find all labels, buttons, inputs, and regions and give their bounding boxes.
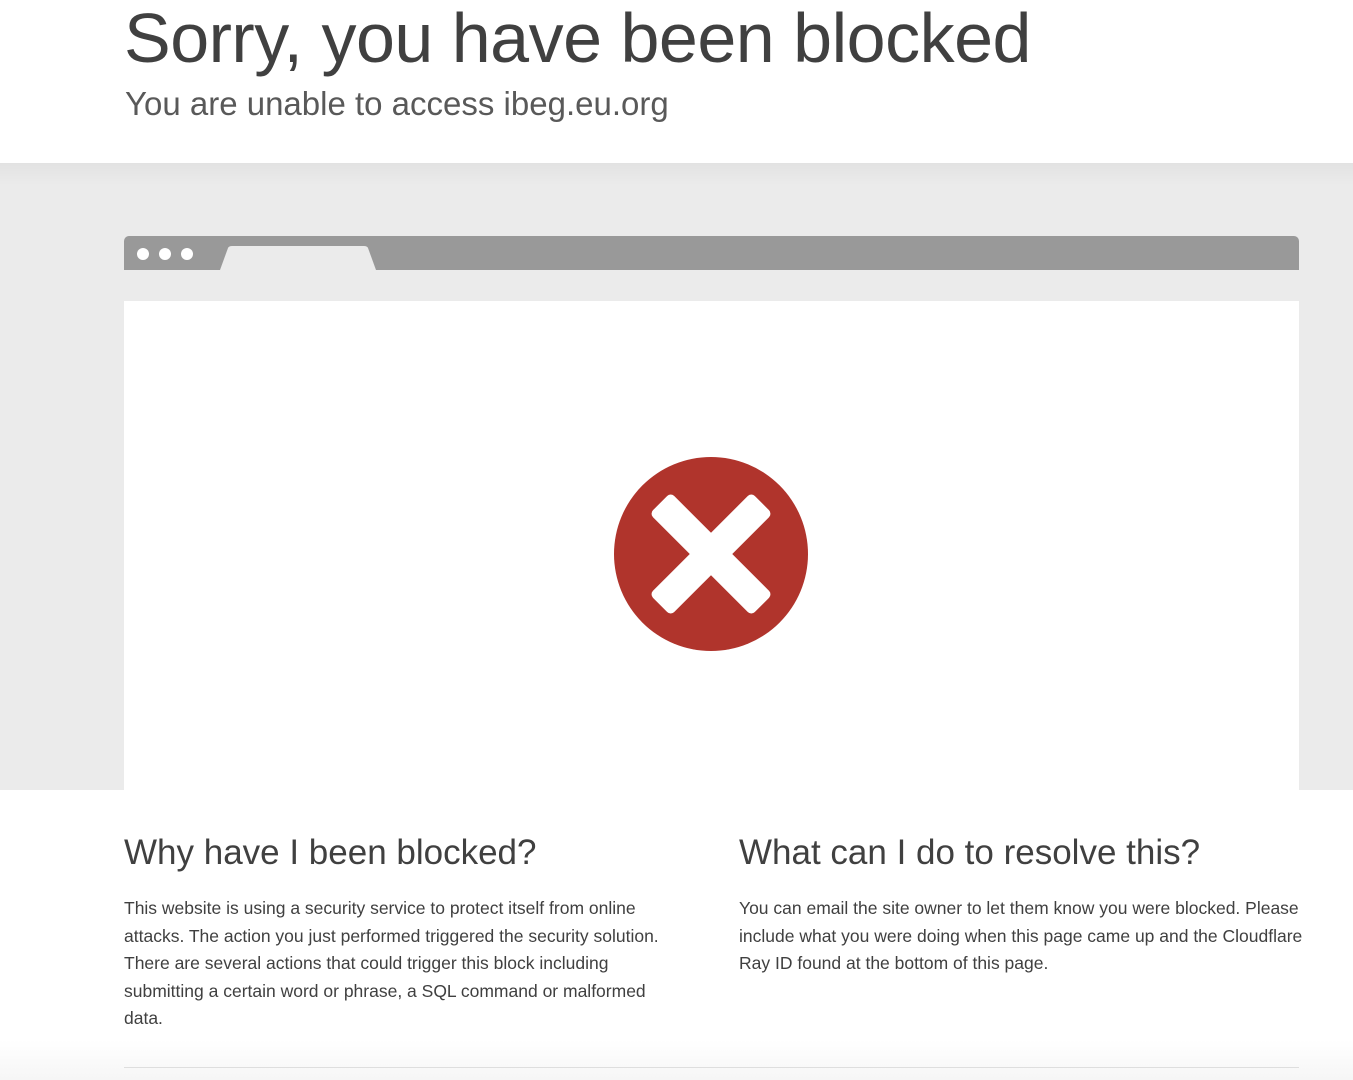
resolve-text: You can email the site owner to let them… — [739, 898, 1303, 973]
why-blocked-heading: Why have I been blocked? — [124, 833, 537, 872]
why-blocked-column: Why have I been blocked? This website is… — [124, 830, 689, 1033]
browser-tab-icon — [220, 246, 376, 270]
why-blocked-text: This website is using a security service… — [124, 898, 659, 1028]
page-title: Sorry, you have been blocked — [124, 0, 1031, 77]
browser-dot-icon — [159, 248, 171, 260]
browser-bar-illustration — [124, 236, 1299, 270]
browser-dot-icon — [181, 248, 193, 260]
resolve-column: What can I do to resolve this? You can e… — [739, 830, 1304, 978]
browser-dot-icon — [137, 248, 149, 260]
page-subtitle: You are unable to access ibeg.eu.org — [125, 85, 669, 122]
close-x-circle-icon — [614, 457, 808, 651]
page-header: Sorry, you have been blocked You are una… — [0, 0, 1353, 163]
section-divider — [124, 1067, 1299, 1068]
resolve-heading: What can I do to resolve this? — [739, 833, 1201, 872]
info-section: Why have I been blocked? This website is… — [0, 790, 1353, 1080]
browser-window-illustration — [124, 301, 1299, 790]
